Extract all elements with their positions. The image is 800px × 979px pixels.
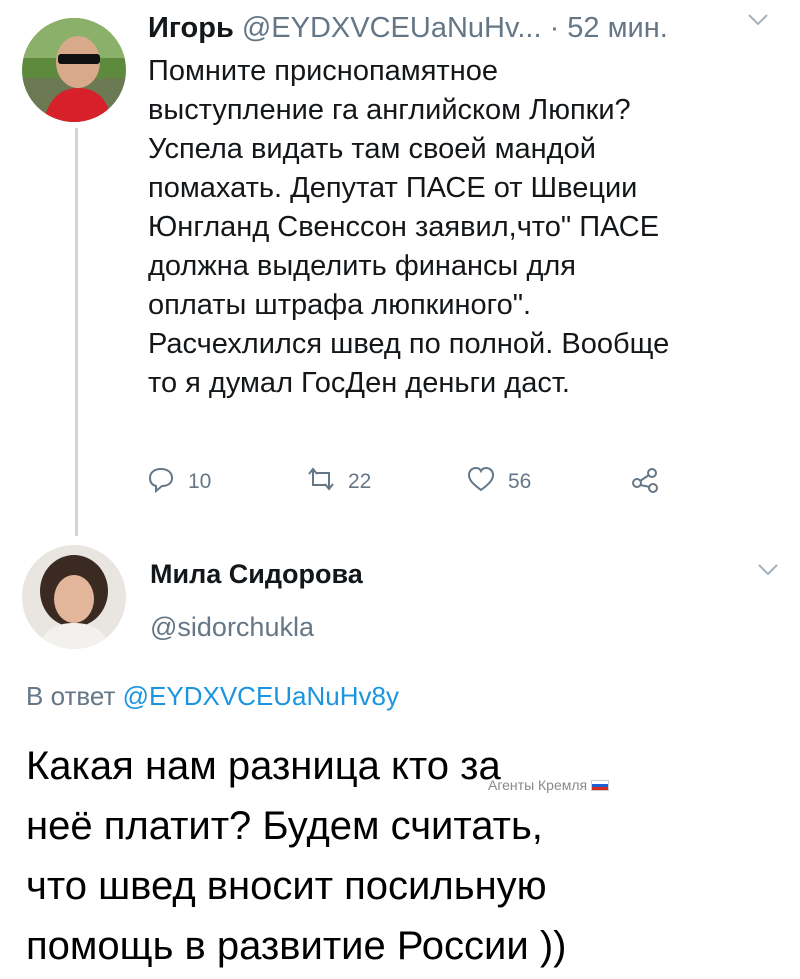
tweet-line: должна выделить финансы для <box>148 250 577 282</box>
retweet-button[interactable]: 22 <box>306 462 371 502</box>
reply-icon <box>146 464 176 500</box>
tweet-time[interactable]: · 52 мин. <box>550 12 668 44</box>
tweet-line: Помните приснопамятное <box>148 55 498 87</box>
reply-context: В ответ @EYDXVCEUaNuHv8y <box>26 678 399 714</box>
reply-count: 10 <box>188 470 212 493</box>
tweet-line: помощь в развитие России )) <box>26 924 567 968</box>
heart-icon <box>466 464 496 500</box>
watermark: Агенты Кремля <box>488 777 610 793</box>
author-handle[interactable]: @sidorchukla <box>150 609 314 645</box>
reply-mention-link[interactable]: @EYDXVCEUaNuHv8y <box>123 681 399 711</box>
chevron-down-icon[interactable] <box>747 10 769 33</box>
tweet-line: Юнгланд Свенссон заявил,что" ПАСЕ <box>148 211 660 243</box>
tweet-line: Расчехлился швед по полной. Вообще <box>148 328 670 360</box>
author-name[interactable]: Игорь <box>148 12 234 44</box>
reply-button[interactable]: 10 <box>146 462 211 502</box>
reply-prefix: В ответ <box>26 681 116 711</box>
tweet-line: то я думал ГосДен деньги даст. <box>148 367 570 399</box>
tweet2-text: Какая нам разница кто за неё платит? Буд… <box>26 736 746 976</box>
tweet-line: выступление га английском Люпки? <box>148 94 631 126</box>
like-button[interactable]: 56 <box>466 462 531 502</box>
share-button[interactable] <box>630 462 660 502</box>
watermark-text: Агенты Кремля <box>488 777 588 793</box>
tweet-line: неё платит? Будем считать, <box>26 804 543 848</box>
tweet-line: Какая нам разница кто за <box>26 744 501 788</box>
tweet-line: что швед вносит посильную <box>26 864 547 908</box>
retweet-count: 22 <box>348 470 372 493</box>
author-name[interactable]: Мила Сидорова <box>150 556 363 592</box>
tweet-line: помахать. Депутат ПАСЕ от Швеции <box>148 172 638 204</box>
like-count: 56 <box>508 470 532 493</box>
tweet-line: оплаты штрафа люпкиного". <box>148 289 532 321</box>
tweet1-header: Игорь @EYDXVCEUaNuHv... · 52 мин. <box>148 8 788 48</box>
russia-flag-icon <box>591 779 610 791</box>
chevron-down-icon[interactable] <box>757 560 779 583</box>
share-icon <box>630 464 660 500</box>
thread-line <box>75 128 78 536</box>
tweet-line: Успела видать там своей мандой <box>148 133 596 165</box>
avatar-mila[interactable] <box>22 545 126 649</box>
author-handle[interactable]: @EYDXVCEUaNuHv... <box>242 12 542 44</box>
retweet-icon <box>306 464 336 500</box>
avatar-igor[interactable] <box>22 18 126 122</box>
tweet1-text: Помните приснопамятное выступление га ан… <box>148 52 788 403</box>
